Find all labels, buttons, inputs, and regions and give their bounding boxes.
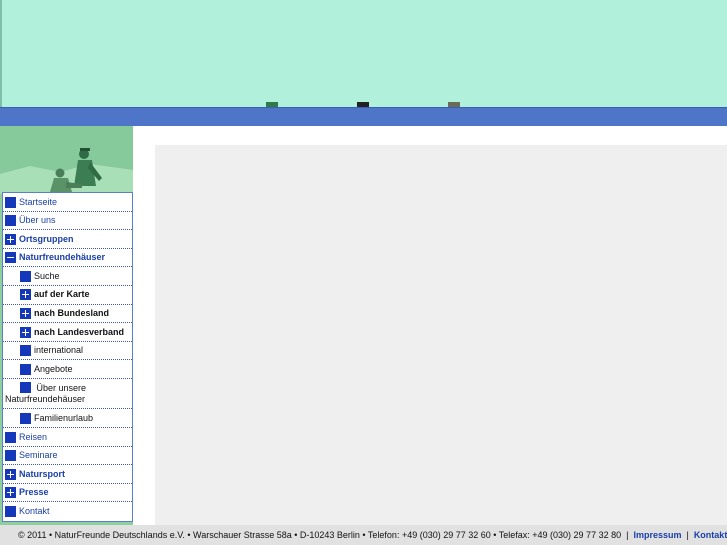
- square-icon: [20, 345, 31, 357]
- sidebar-subitem-nach-bundesland[interactable]: nach Bundesland: [3, 305, 132, 324]
- sidebar-subitem-auf-der-karte[interactable]: auf der Karte: [3, 286, 132, 305]
- sidebar-item-kontakt[interactable]: Kontakt: [3, 502, 132, 521]
- plus-icon[interactable]: [20, 326, 31, 338]
- sidebar-navigation: Startseite Über uns Ortsgruppen Naturfre…: [2, 192, 133, 522]
- sidebar-item-label: auf der Karte: [34, 289, 90, 300]
- sidebar-item-ueber-uns[interactable]: Über uns: [3, 212, 132, 231]
- left-sidebar: Startseite Über uns Ortsgruppen Naturfre…: [0, 126, 133, 525]
- footer-separator: |: [626, 530, 629, 540]
- sidebar-subitem-suche[interactable]: Suche: [3, 267, 132, 286]
- sidebar-item-label: international: [34, 345, 84, 356]
- footer-impressum-link[interactable]: Impressum: [633, 530, 681, 540]
- sidebar-item-presse[interactable]: Presse: [3, 484, 132, 503]
- sidebar-item-label: Familienurlaub: [34, 412, 94, 423]
- sidebar-item-seminare[interactable]: Seminare: [3, 447, 132, 466]
- sidebar-item-label: nach Bundesland: [34, 308, 110, 319]
- sidebar-subitem-nach-landesverband[interactable]: nach Landesverband: [3, 323, 132, 342]
- square-icon: [5, 450, 16, 462]
- top-navigation-bar: [0, 107, 727, 126]
- sidebar-item-label: Über uns: [19, 215, 56, 226]
- square-icon: [5, 196, 16, 208]
- header-edge: [0, 0, 2, 107]
- sidebar-item-label: Presse: [19, 487, 49, 498]
- sidebar-item-label: Natursport: [19, 468, 66, 479]
- square-icon: [5, 215, 16, 227]
- sidebar-item-label: Kontakt: [19, 505, 50, 516]
- sidebar-item-natursport[interactable]: Natursport: [3, 465, 132, 484]
- sidebar-item-label: Startseite: [19, 196, 58, 207]
- footer-separator: |: [686, 530, 689, 540]
- sidebar-item-reisen[interactable]: Reisen: [3, 428, 132, 447]
- header-banner: [0, 0, 727, 107]
- square-icon: [5, 505, 16, 517]
- sidebar-item-label: nach Landesverband: [34, 326, 125, 337]
- sidebar-item-label: Seminare: [19, 450, 58, 461]
- plus-icon[interactable]: [5, 468, 16, 480]
- sidebar-item-label: Reisen: [19, 431, 48, 442]
- sidebar-item-ortsgruppen[interactable]: Ortsgruppen: [3, 230, 132, 249]
- sidebar-item-label: Ortsgruppen: [19, 233, 74, 244]
- footer-kontakt-link[interactable]: Kontakt: [694, 530, 727, 540]
- minus-icon[interactable]: [5, 252, 16, 264]
- square-icon: [20, 270, 31, 282]
- plus-icon[interactable]: [5, 233, 16, 245]
- sidebar-subitem-ueber-unsere-haeuser[interactable]: Über unsere Naturfreundehäuser: [3, 379, 132, 410]
- sidebar-item-startseite[interactable]: Startseite: [3, 193, 132, 212]
- sidebar-item-label: Naturfreundehäuser: [19, 252, 106, 263]
- hikers-photo: [0, 126, 133, 194]
- sidebar-item-naturfreundehaeuser[interactable]: Naturfreundehäuser: [3, 249, 132, 268]
- main-content-panel: [155, 145, 727, 525]
- square-icon: [20, 382, 31, 394]
- sidebar-item-label: Angebote: [34, 363, 73, 374]
- plus-icon[interactable]: [5, 487, 16, 499]
- plus-icon[interactable]: [20, 308, 31, 320]
- square-icon: [5, 431, 16, 443]
- square-icon: [20, 412, 31, 424]
- sidebar-subitem-familienurlaub[interactable]: Familienurlaub: [3, 409, 132, 429]
- plus-icon[interactable]: [20, 289, 31, 301]
- sidebar-item-label: Über unsere Naturfreundehäuser: [5, 383, 87, 405]
- sidebar-subitem-international[interactable]: international: [3, 342, 132, 361]
- footer: © 2011 • NaturFreunde Deutschlands e.V. …: [0, 525, 727, 545]
- sidebar-item-label: Suche: [34, 270, 60, 281]
- square-icon: [20, 363, 31, 375]
- footer-address: © 2011 • NaturFreunde Deutschlands e.V. …: [18, 530, 622, 540]
- sidebar-subitem-angebote[interactable]: Angebote: [3, 360, 132, 379]
- hikers-image: [0, 126, 133, 194]
